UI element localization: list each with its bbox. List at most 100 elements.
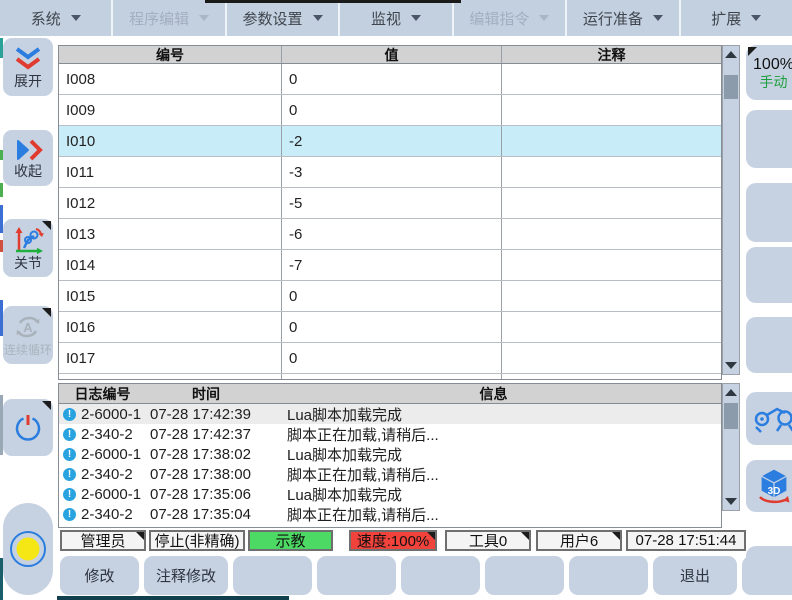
register-id: I012 — [59, 188, 281, 218]
table-row[interactable]: I012 -5 — [59, 188, 721, 219]
menu-item-program-edit: 程序编辑 — [113, 0, 226, 36]
log-row[interactable]: !2-6000-1 07-28 17:42:39 Lua脚本加载完成 — [59, 404, 721, 424]
menu-item-parameter-settings[interactable]: 参数设置 — [227, 0, 340, 36]
loop-label: 连续循环 — [4, 343, 52, 358]
register-value: 0 — [281, 312, 501, 342]
status-tool-cell[interactable]: 工具0 — [445, 530, 531, 551]
scroll-down-button[interactable] — [723, 357, 739, 374]
register-value: 0 — [281, 374, 501, 380]
power-icon — [13, 413, 43, 443]
log-row[interactable]: !2-6000-1 07-28 17:35:06 Lua脚本加载完成 — [59, 484, 721, 504]
register-value: -3 — [281, 157, 501, 187]
log-row[interactable]: !2-340-2 07-28 17:42:37 脚本正在加载,请稍后... — [59, 424, 721, 444]
joint-coordinate-button[interactable]: 关节 — [3, 219, 53, 277]
svg-text:A: A — [23, 320, 33, 335]
menu-item-monitor[interactable]: 监视 — [340, 0, 453, 36]
svg-text:3D: 3D — [767, 486, 780, 497]
function-button-7[interactable] — [569, 556, 648, 595]
table-row[interactable]: I017 0 — [59, 343, 721, 374]
table-row[interactable]: I013 -6 — [59, 219, 721, 250]
log-message: 脚本正在加载,请稍后... — [281, 504, 721, 525]
log-row[interactable]: !2-340-2 07-28 17:35:04 脚本正在加载,请稍后... — [59, 504, 721, 524]
right-function-button-4[interactable] — [746, 247, 792, 303]
log-message: 脚本正在加载,请稍后... — [281, 464, 721, 485]
scroll-up-button[interactable] — [723, 46, 739, 63]
register-comment — [501, 250, 721, 280]
function-button-6[interactable] — [485, 556, 564, 595]
comment-modify-button[interactable]: 注释修改 — [144, 556, 228, 595]
scrollbar-thumb[interactable] — [724, 403, 738, 429]
function-button-5[interactable] — [401, 556, 480, 595]
function-button-3[interactable] — [233, 556, 312, 595]
user-label: 用户6 — [560, 530, 598, 551]
menu-item-run-prepare[interactable]: 运行准备 — [567, 0, 680, 36]
status-user-cell[interactable]: 用户6 — [536, 530, 622, 551]
register-id: I014 — [59, 250, 281, 280]
log-row[interactable]: !2-6000-1 07-28 17:38:02 Lua脚本加载完成 — [59, 444, 721, 464]
active-menu-indicator — [205, 0, 461, 3]
right-function-button-3[interactable] — [746, 183, 792, 242]
datetime-label: 07-28 17:51:44 — [636, 532, 737, 549]
status-speed-cell[interactable]: 速度:100% — [349, 530, 437, 551]
expand-button[interactable]: 展开 — [3, 38, 53, 96]
table-row[interactable]: I008 0 — [59, 64, 721, 95]
collapse-button[interactable]: 收起 — [3, 130, 53, 186]
corner-flag-icon — [612, 532, 620, 540]
robot-arm-button[interactable] — [746, 392, 792, 445]
log-message: Lua脚本加载完成 — [281, 404, 721, 425]
table-row[interactable]: I009 0 — [59, 95, 721, 126]
button-label: 修改 — [84, 565, 114, 586]
table-row[interactable]: I011 -3 — [59, 157, 721, 188]
table-row-selected[interactable]: I010 -2 — [59, 126, 721, 157]
table-row[interactable]: I014 -7 — [59, 250, 721, 281]
menu-label: 系统 — [31, 8, 61, 29]
status-role-cell[interactable]: 管理员 — [60, 530, 146, 551]
speed-label: 速度:100% — [357, 530, 430, 551]
table-row[interactable]: I016 0 — [59, 312, 721, 343]
log-scrollbar[interactable] — [722, 383, 740, 511]
speed-value: 100% — [753, 55, 792, 74]
right-function-button-8[interactable] — [746, 546, 792, 595]
register-comment — [501, 281, 721, 311]
corner-flag-icon — [521, 532, 529, 540]
servo-indicator-button[interactable] — [3, 503, 53, 595]
register-comment — [501, 188, 721, 218]
log-message: Lua脚本加载完成 — [281, 484, 721, 505]
status-mode-cell: 示教 — [248, 530, 333, 551]
status-run-state-cell: 停止(非精确) — [149, 530, 245, 551]
log-time: 07-28 17:42:39 — [146, 406, 281, 423]
exit-button[interactable]: 退出 — [653, 556, 737, 595]
scroll-up-button[interactable] — [723, 384, 739, 401]
register-id: I017 — [59, 343, 281, 373]
view-3d-button[interactable]: 3D — [746, 460, 792, 512]
log-code: 2-340-2 — [81, 466, 133, 483]
menu-item-edit-instruction: 编辑指令 — [454, 0, 567, 36]
register-table-scrollbar[interactable] — [722, 45, 740, 375]
menu-label: 参数设置 — [243, 8, 303, 29]
log-time: 07-28 17:42:37 — [146, 426, 281, 443]
register-comment — [501, 219, 721, 249]
right-function-button-2[interactable] — [746, 110, 792, 168]
run-state-label: 停止(非精确) — [155, 530, 240, 551]
log-row[interactable]: !2-340-2 07-28 17:38:00 脚本正在加载,请稍后... — [59, 464, 721, 484]
power-button[interactable] — [3, 399, 53, 456]
function-button-4[interactable] — [317, 556, 396, 595]
right-function-button-5[interactable] — [746, 317, 792, 373]
register-comment — [501, 343, 721, 373]
chevron-down-icon — [199, 15, 209, 21]
corner-flag-icon — [136, 532, 144, 540]
modify-button[interactable]: 修改 — [60, 556, 139, 595]
speed-mode-button[interactable]: 100% 手动 — [746, 45, 792, 100]
log-code: 2-6000-1 — [81, 526, 141, 529]
menu-item-system[interactable]: 系统 — [0, 0, 113, 36]
scrollbar-thumb[interactable] — [724, 75, 738, 99]
menu-label: 编辑指令 — [469, 8, 529, 29]
menu-item-extend[interactable]: 扩展 — [681, 0, 792, 36]
scroll-down-button[interactable] — [723, 493, 739, 510]
info-icon: ! — [63, 528, 76, 529]
chevron-down-icon — [751, 15, 761, 21]
log-row[interactable]: !2-6000-1 07-28 17:33:56 Lua脚本加载完成 — [59, 524, 721, 528]
table-row[interactable]: I015 0 — [59, 281, 721, 312]
cube-3d-icon: 3D — [754, 466, 792, 506]
table-row[interactable]: I018 0 — [59, 374, 721, 380]
